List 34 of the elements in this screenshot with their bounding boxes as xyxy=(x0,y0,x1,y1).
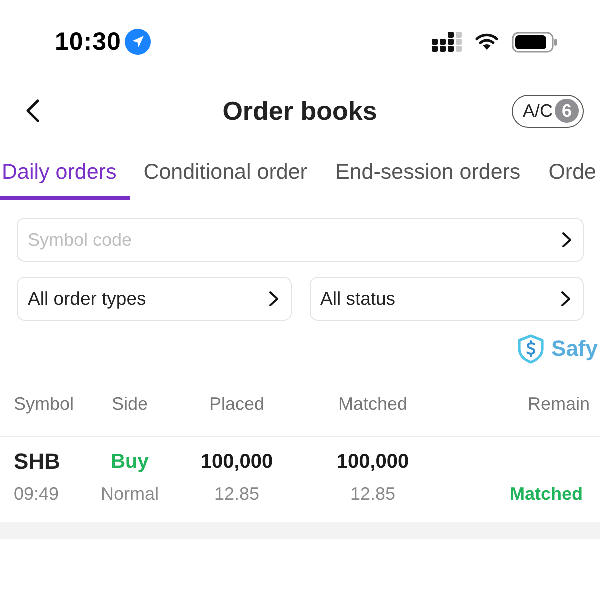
chevron-right-icon xyxy=(562,232,572,248)
column-header: Remain xyxy=(526,393,590,416)
status-time: 10:30 xyxy=(55,28,122,56)
signal-icon xyxy=(432,32,462,52)
status-dropdown[interactable]: All status xyxy=(310,277,584,321)
account-count-badge: 6 xyxy=(555,99,579,123)
chevron-right-icon xyxy=(561,291,571,307)
battery-icon xyxy=(512,32,558,52)
wifi-icon xyxy=(475,33,499,51)
order-type-cell-text: Normal xyxy=(100,483,160,506)
column-header: Symbol xyxy=(14,393,76,416)
placed-quantity-cell-text: 100,000 xyxy=(200,450,274,475)
back-chevron-icon xyxy=(26,99,40,123)
symbol-cell-text: SHB xyxy=(14,449,62,475)
tab[interactable]: Daily orders xyxy=(0,138,130,200)
column-header: Placed xyxy=(208,393,266,416)
side-cell-text: Buy xyxy=(110,450,150,475)
order-type-dropdown[interactable]: All order types xyxy=(17,277,292,321)
symbol-field[interactable]: Symbol code xyxy=(17,218,584,262)
tab[interactable]: End-session orders xyxy=(321,138,535,200)
matched-quantity-cell-text: 100,000 xyxy=(336,450,410,475)
tab[interactable]: Conditional order xyxy=(130,138,322,200)
tab[interactable]: Orde xyxy=(534,138,600,200)
shield-dollar-icon xyxy=(516,334,545,364)
status-cell-text: Matched xyxy=(508,483,583,506)
account-button[interactable]: A/C 6 xyxy=(512,94,584,128)
time-cell-text: 09:49 xyxy=(14,483,60,506)
page-title: Order books xyxy=(222,96,378,126)
placed-price-cell-text: 12.85 xyxy=(213,483,261,506)
column-header: Side xyxy=(110,393,150,416)
chevron-right-icon xyxy=(268,291,278,307)
back-button[interactable] xyxy=(24,97,42,125)
column-header: Matched xyxy=(337,393,409,416)
matched-price-cell-text: 12.85 xyxy=(349,483,397,506)
